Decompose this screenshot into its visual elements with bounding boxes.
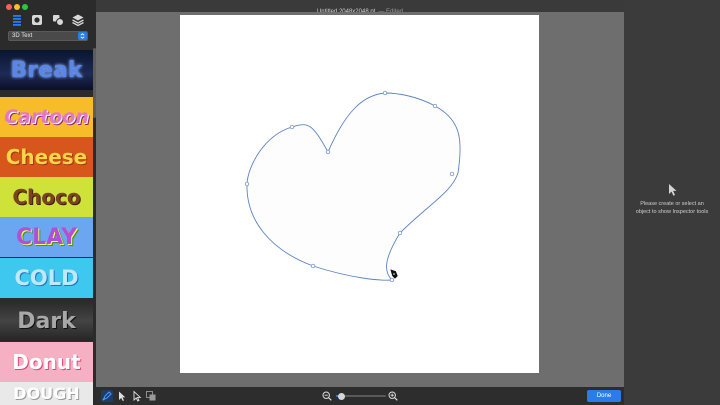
anchor-point[interactable] — [389, 277, 395, 283]
style-item-cold[interactable]: COLD — [0, 258, 93, 298]
heart-path[interactable] — [180, 15, 539, 373]
sidebar-toolbar — [0, 13, 96, 27]
anchor-point[interactable] — [449, 171, 455, 177]
artboard[interactable] — [180, 15, 539, 373]
style-item-label: Break — [10, 57, 83, 83]
canvas-area[interactable] — [96, 12, 624, 387]
style-item-donut[interactable]: Donut — [0, 342, 93, 382]
list-icon[interactable] — [10, 13, 24, 27]
photo-icon[interactable] — [30, 13, 44, 27]
style-item-partial[interactable]: DOUGH — [0, 382, 93, 405]
style-item-label: Dark — [17, 308, 76, 334]
direct-select-icon[interactable] — [131, 390, 143, 402]
style-item-choco[interactable]: Choco — [0, 177, 93, 217]
style-list: Break Cartoon Cheese Choco CLAY COLD Dar… — [0, 48, 93, 405]
anchor-point[interactable] — [325, 149, 331, 155]
transform-icon[interactable] — [145, 390, 157, 402]
category-label: 3D Text — [12, 33, 33, 39]
window-close-button[interactable] — [6, 4, 12, 10]
style-item-cartoon[interactable]: Cartoon — [0, 97, 93, 137]
style-item-clay[interactable]: CLAY — [0, 217, 93, 257]
zoom-slider-thumb[interactable] — [337, 392, 345, 400]
style-item-label: CLAY — [15, 224, 77, 250]
style-item-dark[interactable]: Dark — [0, 301, 93, 341]
path-stroke[interactable] — [246, 92, 461, 281]
window-maximize-button[interactable] — [22, 4, 28, 10]
window-minimize-button[interactable] — [14, 4, 20, 10]
pen-cursor-icon — [389, 268, 399, 280]
style-item-cheese[interactable]: Cheese — [0, 137, 93, 177]
pointer-icon — [669, 184, 677, 196]
zoom-out-icon[interactable] — [322, 391, 332, 401]
anchor-point[interactable] — [382, 90, 388, 96]
inspector-panel: Please create or select an object to sho… — [624, 0, 720, 405]
zoom-slider[interactable] — [336, 392, 386, 400]
title-bar: Untitled 2048x2048 pt— Edited — [96, 0, 624, 15]
style-item-break[interactable]: Break — [0, 50, 93, 90]
anchor-point[interactable] — [397, 230, 403, 236]
inspector-empty-message: Please create or select an object to sho… — [635, 201, 709, 215]
zoom-in-icon[interactable] — [388, 391, 398, 401]
shapes-icon[interactable] — [51, 13, 65, 27]
style-item-label: COLD — [14, 266, 79, 290]
chevron-updown-icon — [78, 32, 87, 40]
anchor-point[interactable] — [310, 263, 316, 269]
style-item-label: Donut — [12, 350, 81, 374]
app-window: 3D Text Break Cartoon Cheese Choco CLAY … — [0, 0, 720, 405]
pen-icon[interactable] — [101, 390, 113, 402]
style-item-label: Cartoon — [4, 106, 89, 128]
layers-icon[interactable] — [71, 13, 85, 27]
style-item-label: DOUGH — [13, 384, 80, 403]
anchor-point[interactable] — [432, 103, 438, 109]
done-button[interactable]: Done — [587, 390, 621, 402]
anchor-point[interactable] — [244, 181, 250, 187]
anchor-point[interactable] — [289, 124, 295, 130]
select-arrow-icon[interactable] — [116, 390, 128, 402]
style-sidebar: 3D Text Break Cartoon Cheese Choco CLAY … — [0, 0, 96, 405]
style-item-label: Cheese — [5, 145, 88, 169]
category-select[interactable]: 3D Text — [8, 31, 88, 41]
bottom-toolbar: Done — [96, 387, 624, 405]
style-item-label: Choco — [12, 185, 81, 209]
